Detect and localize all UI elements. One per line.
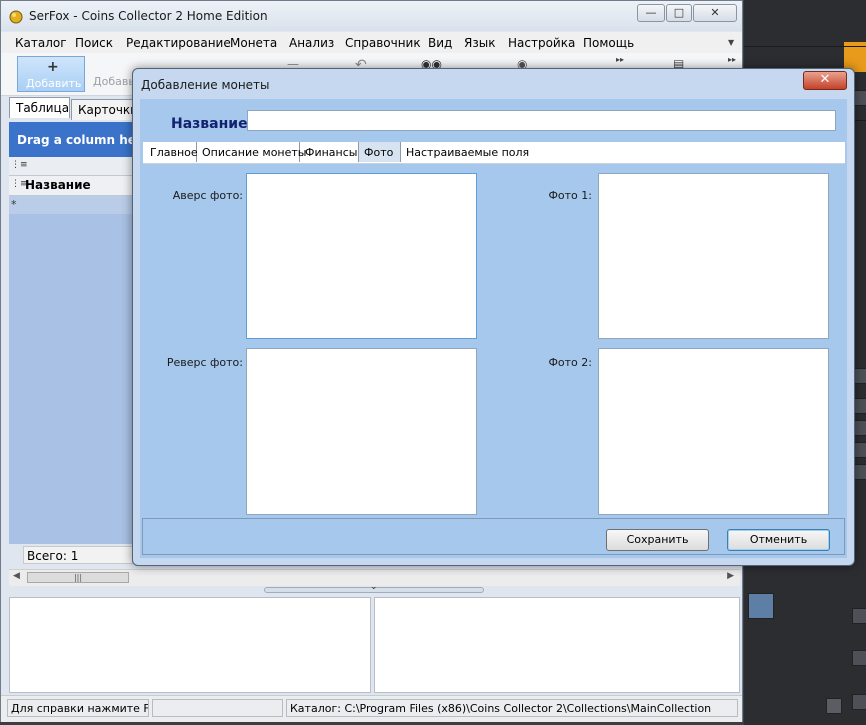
- total-count: Всего: 1: [23, 546, 133, 564]
- add-button-label: Добавить: [26, 77, 82, 90]
- dialog-close-button[interactable]: ✕: [803, 71, 847, 90]
- photo1-box[interactable]: [598, 173, 829, 339]
- total-count-label: Всего: 1: [27, 549, 79, 563]
- column-header-name[interactable]: Название: [25, 178, 91, 192]
- dialog-button-panel: Сохранить Отменить: [142, 518, 845, 555]
- group-by-panel[interactable]: Drag a column head: [9, 122, 153, 157]
- menu-edit[interactable]: Редактирование: [126, 36, 231, 50]
- obverse-photo-box[interactable]: [246, 173, 477, 339]
- menu-overflow-icon[interactable]: ▼: [728, 38, 734, 47]
- grid-filter-row[interactable]: ⋮≡: [9, 157, 134, 176]
- photo1-label: Фото 1:: [548, 189, 592, 202]
- tab-main[interactable]: Главное: [145, 142, 198, 162]
- toolbar-overflow-icon[interactable]: ▸▸: [616, 55, 624, 64]
- dialog-title: Добавление монеты: [141, 78, 270, 92]
- status-bar: Для справки нажмите F1 Каталог: C:\Progr…: [1, 695, 742, 722]
- background-eye-icon: [852, 694, 866, 710]
- scrollbar-thumb[interactable]: |||: [27, 572, 129, 583]
- grid-new-row[interactable]: *: [9, 196, 134, 214]
- view-tabs: Таблица Карточки: [9, 97, 141, 120]
- dialog-title-bar[interactable]: Добавление монеты ✕: [133, 69, 854, 99]
- scroll-right-icon[interactable]: ▶: [727, 571, 734, 581]
- tab-cards[interactable]: Карточки: [71, 99, 141, 120]
- panel-splitter[interactable]: ⌄: [264, 582, 484, 593]
- tab-finance[interactable]: Финансы: [300, 142, 359, 162]
- close-button[interactable]: ✕: [693, 4, 737, 22]
- minimize-button[interactable]: —: [637, 4, 665, 22]
- dialog-tabs: Главное Описание монеты Финансы Фото Нас…: [143, 142, 845, 164]
- dialog-content: Название Главное Описание монеты Финансы…: [140, 99, 847, 558]
- grid-column-header[interactable]: ⋮≡ Название: [9, 176, 134, 196]
- photo2-box[interactable]: [598, 348, 829, 515]
- menu-catalog[interactable]: Каталог: [15, 36, 67, 50]
- add-button[interactable]: + Добавить: [17, 56, 85, 92]
- reverse-photo-box[interactable]: [246, 348, 477, 515]
- menu-language[interactable]: Язык: [464, 36, 495, 50]
- new-row-icon: *: [11, 198, 17, 211]
- menu-reference[interactable]: Справочник: [345, 36, 421, 50]
- preview-pane-left: [9, 597, 371, 693]
- main-window-title: SerFox - Coins Collector 2 Home Edition: [29, 9, 268, 23]
- tab-custom-fields[interactable]: Настраиваемые поля: [401, 142, 531, 162]
- save-button[interactable]: Сохранить: [606, 529, 709, 551]
- obverse-photo-label: Аверс фото:: [172, 189, 243, 202]
- grid-body[interactable]: [9, 214, 134, 544]
- toolbar-overflow-icon[interactable]: ▸▸: [728, 55, 736, 64]
- menu-search[interactable]: Поиск: [75, 36, 113, 50]
- menu-coin[interactable]: Монета: [230, 36, 277, 50]
- status-empty: [152, 699, 283, 717]
- background-scroll-arrow: [826, 698, 842, 714]
- maximize-button[interactable]: □: [666, 4, 692, 22]
- status-catalog-path: Каталог: C:\Program Files (x86)\Coins Co…: [286, 699, 738, 717]
- menu-view[interactable]: Вид: [428, 36, 452, 50]
- status-help: Для справки нажмите F1: [7, 699, 149, 717]
- add-copy-button-label[interactable]: Добавь: [93, 75, 135, 88]
- tab-table[interactable]: Таблица: [9, 97, 70, 118]
- scroll-left-icon[interactable]: ◀: [13, 571, 20, 581]
- app-icon: [9, 10, 23, 24]
- background-swatch: [748, 593, 774, 619]
- chevron-down-icon: ⌄: [370, 582, 378, 592]
- menu-settings[interactable]: Настройка: [508, 36, 575, 50]
- background-eye-icon: [852, 650, 866, 666]
- main-title-bar[interactable]: SerFox - Coins Collector 2 Home Edition …: [1, 1, 742, 31]
- photo2-label: Фото 2:: [548, 356, 592, 369]
- menu-analysis[interactable]: Анализ: [289, 36, 334, 50]
- name-input[interactable]: [247, 110, 836, 131]
- plus-icon: +: [47, 59, 59, 75]
- menu-bar: Каталог Поиск Редактирование Монета Анал…: [1, 32, 742, 54]
- background-eye-icon: [852, 608, 866, 624]
- menu-help[interactable]: Помощь: [583, 36, 634, 50]
- add-coin-dialog: Добавление монеты ✕ Название Главное Опи…: [132, 68, 855, 566]
- row-selector-icon: ⋮≡: [11, 160, 28, 170]
- tab-photo[interactable]: Фото: [359, 142, 401, 162]
- preview-pane-right: [374, 597, 740, 693]
- tab-coin-description[interactable]: Описание монеты: [197, 142, 306, 162]
- name-label: Название: [171, 116, 248, 132]
- reverse-photo-label: Реверс фото:: [166, 356, 243, 369]
- cancel-button[interactable]: Отменить: [727, 529, 830, 551]
